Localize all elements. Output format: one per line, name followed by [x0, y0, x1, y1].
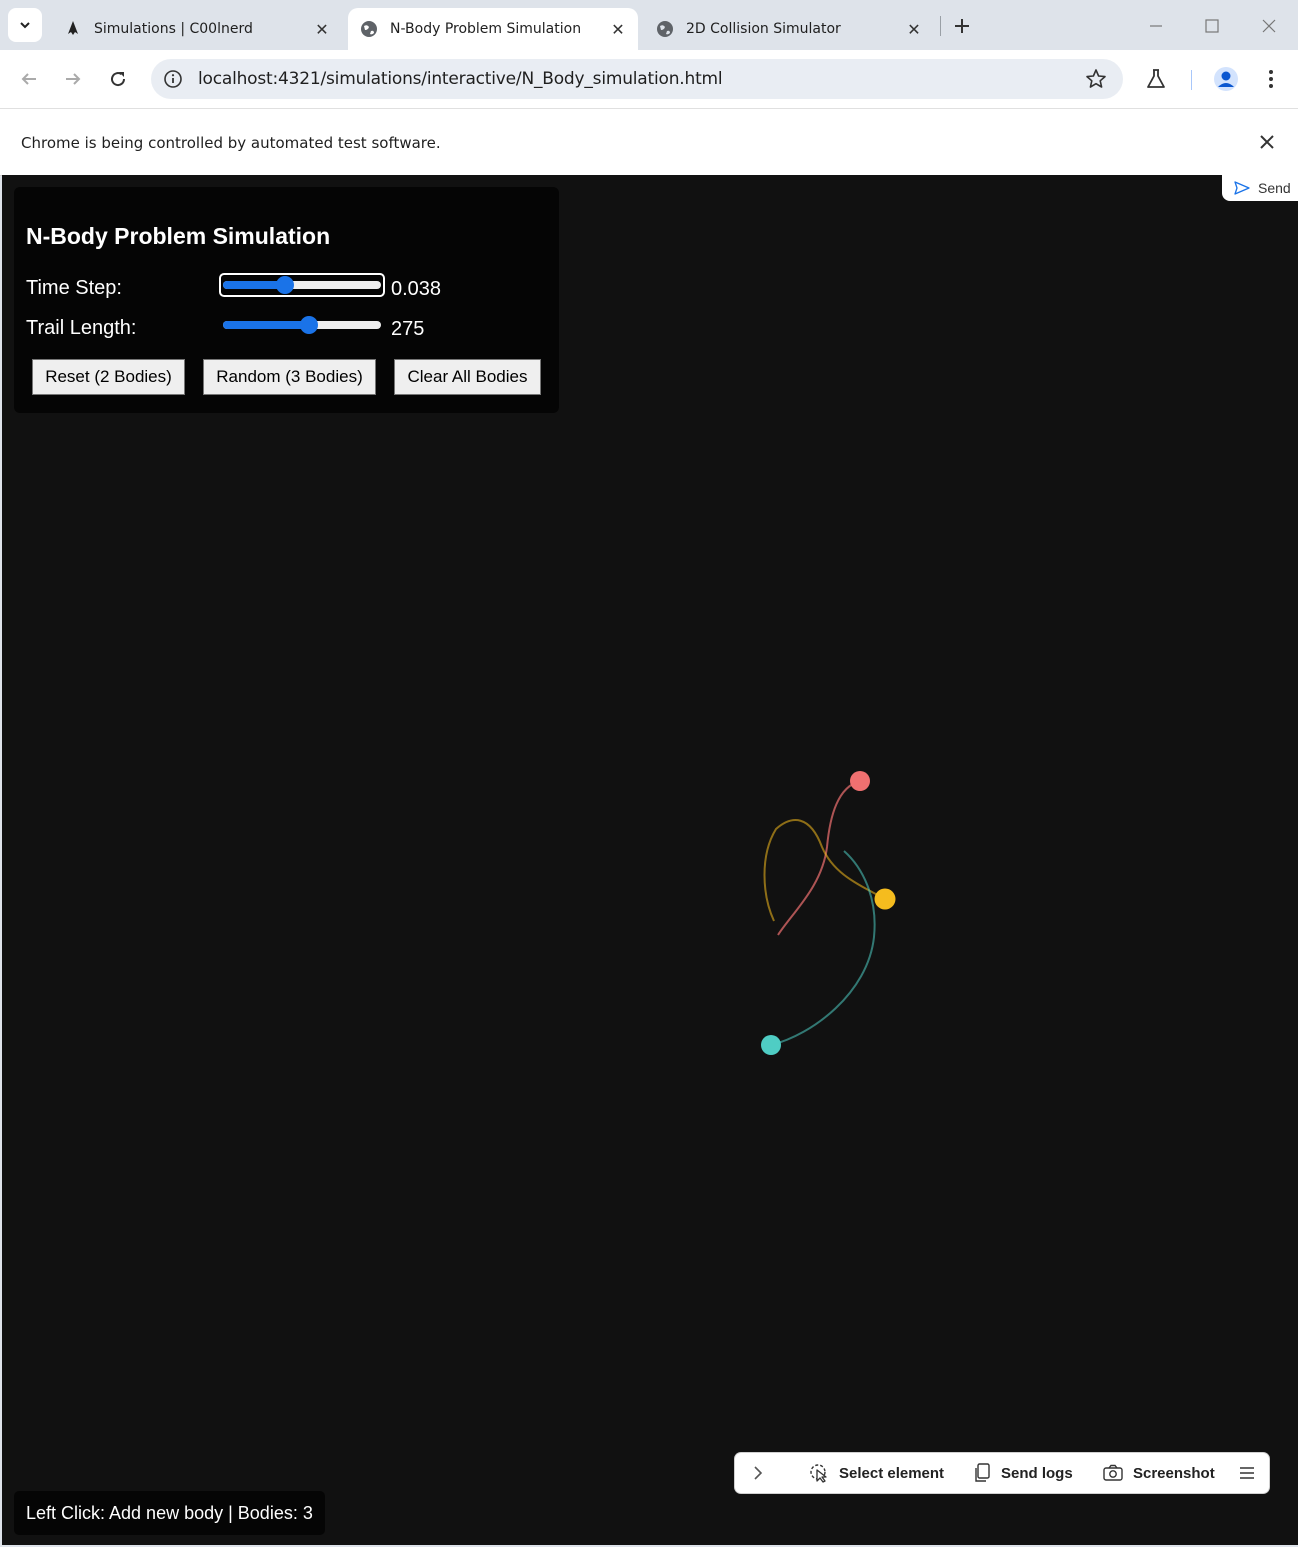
flask-icon — [1147, 69, 1165, 88]
clear-all-button[interactable]: Clear All Bodies — [394, 359, 541, 395]
slider-fill — [223, 321, 309, 329]
minimize-button[interactable] — [1142, 12, 1170, 40]
copy-logs-icon — [975, 1463, 990, 1482]
time-step-value: 0.038 — [391, 278, 442, 300]
dev-toolbar: Select element Send logs Screenshot — [735, 1453, 1269, 1493]
maximize-icon — [1205, 19, 1219, 33]
close-icon[interactable]: ✕ — [608, 19, 628, 39]
body-teal[interactable] — [761, 1035, 781, 1055]
devbar-menu-button[interactable] — [1239, 1453, 1265, 1493]
forward-button[interactable] — [58, 64, 88, 94]
tab-title: 2D Collision Simulator — [686, 21, 841, 37]
time-step-slider[interactable] — [219, 273, 385, 297]
select-element-button[interactable]: Select element — [809, 1453, 944, 1493]
close-window-button[interactable] — [1255, 12, 1283, 40]
send-button[interactable]: Send — [1222, 175, 1298, 201]
trail-red — [777, 780, 861, 936]
reload-button[interactable] — [103, 64, 133, 94]
close-icon[interactable]: ✕ — [904, 19, 924, 39]
minimize-icon — [1150, 25, 1162, 27]
more-vertical-icon — [1269, 70, 1273, 88]
menu-button[interactable] — [1256, 64, 1286, 94]
infobar-text: Chrome is being controlled by automated … — [21, 134, 441, 152]
random-button[interactable]: Random (3 Bodies) — [203, 359, 376, 395]
plus-icon — [955, 19, 969, 33]
avatar-icon — [1214, 67, 1238, 91]
tab-title: N-Body Problem Simulation — [390, 21, 582, 37]
time-step-label: Time Step: — [26, 277, 122, 299]
tab-search-button[interactable] — [8, 8, 42, 42]
panel-title: N-Body Problem Simulation — [26, 223, 331, 249]
trail-length-slider[interactable] — [221, 315, 383, 335]
camera-icon — [1103, 1464, 1123, 1481]
tab-strip: Simulations | C00lnerd ✕ N-Body Problem … — [0, 0, 1298, 50]
control-panel: N-Body Problem Simulation Time Step: 0.0… — [14, 187, 559, 413]
tab-title: Simulations | C00lnerd — [94, 21, 253, 37]
address-bar[interactable]: localhost:4321/simulations/interactive/N… — [151, 59, 1123, 99]
reset-button[interactable]: Reset (2 Bodies) — [32, 359, 185, 395]
slider-thumb[interactable] — [276, 276, 295, 294]
send-logs-button[interactable]: Send logs — [973, 1453, 1073, 1493]
site-info-icon[interactable] — [163, 69, 183, 89]
labs-button[interactable] — [1141, 64, 1171, 94]
trail-yellow — [763, 819, 886, 922]
chevron-right-icon — [754, 1466, 763, 1480]
trail-teal — [770, 850, 876, 1046]
bookmark-star-icon[interactable] — [1085, 68, 1107, 90]
tab-collision[interactable]: 2D Collision Simulator ✕ — [644, 8, 934, 50]
send-icon — [1234, 181, 1250, 195]
close-icon — [1262, 19, 1276, 33]
trail-length-value: 275 — [391, 318, 425, 340]
slider-thumb[interactable] — [300, 316, 318, 334]
tab-simulations[interactable]: Simulations | C00lnerd ✕ — [52, 8, 342, 50]
browser-toolbar: localhost:4321/simulations/interactive/N… — [0, 50, 1298, 108]
body-yellow[interactable] — [874, 888, 896, 910]
back-button[interactable] — [14, 64, 44, 94]
status-bar: Left Click: Add new body | Bodies: 3 — [14, 1491, 325, 1535]
pointer-select-icon — [810, 1464, 827, 1483]
arrow-left-icon — [21, 73, 36, 85]
close-icon[interactable] — [1256, 131, 1278, 153]
globe-icon — [360, 20, 378, 38]
body-red[interactable] — [850, 771, 870, 791]
tab-n-body[interactable]: N-Body Problem Simulation ✕ — [348, 8, 638, 50]
new-tab-button[interactable] — [948, 12, 976, 40]
tab-separator — [940, 16, 941, 36]
trail-length-label: Trail Length: — [26, 317, 137, 339]
screenshot-button[interactable]: Screenshot — [1103, 1453, 1215, 1493]
select-element-label: Select element — [839, 1464, 945, 1482]
page-viewport: N-Body Problem Simulation Time Step: 0.0… — [2, 175, 1298, 1545]
astro-icon — [64, 20, 82, 38]
toolbar-divider — [1191, 70, 1192, 90]
screenshot-label: Screenshot — [1133, 1464, 1215, 1482]
profile-button[interactable] — [1211, 64, 1241, 94]
arrow-right-icon — [66, 73, 81, 85]
globe-icon — [656, 20, 674, 38]
expand-button[interactable] — [753, 1453, 773, 1493]
send-label: Send — [1258, 180, 1291, 196]
hamburger-menu-icon — [1240, 1467, 1254, 1479]
automation-infobar: Chrome is being controlled by automated … — [0, 108, 1298, 176]
url-text[interactable]: localhost:4321/simulations/interactive/N… — [198, 69, 723, 89]
reload-icon — [111, 72, 126, 87]
send-logs-label: Send logs — [1001, 1464, 1073, 1482]
maximize-button[interactable] — [1198, 12, 1226, 40]
close-icon[interactable]: ✕ — [312, 19, 332, 39]
chevron-down-icon — [20, 22, 30, 29]
